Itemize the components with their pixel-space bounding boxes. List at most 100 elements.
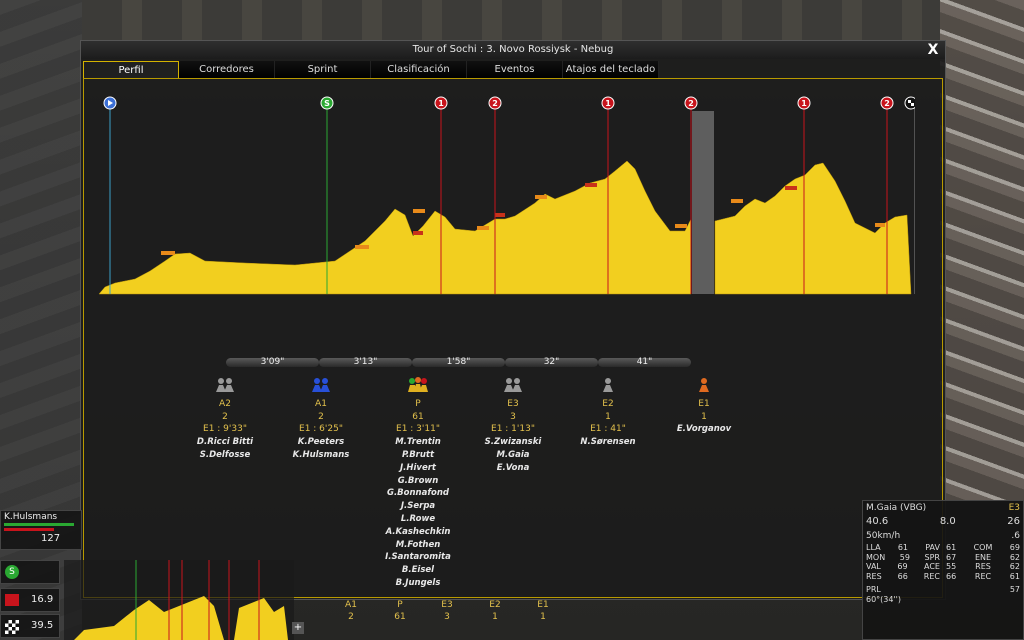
climb-value-box: 16.9 — [0, 588, 60, 612]
stat-label: ENE — [974, 552, 992, 562]
rider-name[interactable]: M.Trentin — [368, 436, 468, 449]
stat-label: SPR — [924, 552, 940, 562]
group-time: E1 : 1'13" — [491, 424, 535, 435]
stat-label: RES — [866, 571, 882, 581]
group-count: 2 — [318, 411, 324, 422]
stat-label: MON — [866, 552, 886, 562]
climb-marker-label: 2 — [688, 99, 694, 108]
effort-value: .6 — [1011, 531, 1020, 541]
tab-atajos[interactable]: Atajos del teclado — [563, 61, 659, 78]
group-code: A1 — [315, 398, 327, 409]
group-a2[interactable]: A2 2 E1 : 9'33" D.Ricci Bitti S.Delfosse — [175, 376, 275, 462]
climb-marker-label: 1 — [438, 99, 444, 108]
group-code: E1 — [698, 398, 710, 409]
window-title: Tour of Sochi : 3. Novo Rossiysk - Nebug — [81, 41, 945, 59]
stat-value: 62 — [1009, 552, 1020, 562]
stat-label: RES — [975, 562, 991, 571]
distance-box: 39.5 — [0, 614, 60, 638]
energy-bar — [4, 523, 74, 526]
mountain-icon — [5, 594, 19, 606]
group-count: 1 — [701, 411, 707, 422]
rider-name[interactable]: B.Jungels — [368, 577, 468, 590]
group-e1[interactable]: E1 1 E.Vorganov — [654, 376, 754, 436]
group-e2[interactable]: E2 1 E1 : 41" N.Sørensen — [558, 376, 658, 449]
tab-corredores[interactable]: Corredores — [179, 61, 275, 78]
close-button[interactable]: X — [925, 42, 941, 58]
stat-value: 55 — [946, 562, 957, 571]
rider-name[interactable]: K.Hulsmans — [271, 449, 371, 462]
background-spectators-right — [940, 0, 1024, 500]
rider-name[interactable]: J.Hivert — [368, 462, 468, 475]
rider-name[interactable]: M.Gaia — [463, 449, 563, 462]
terrain-shape — [98, 160, 912, 295]
distance-value: 39.5 — [31, 620, 54, 631]
rider-name[interactable]: M.Fothen — [368, 539, 468, 552]
rider-name[interactable]: G.Bonnafond — [368, 487, 468, 500]
prl-label: PRL — [866, 585, 881, 594]
group-count: 2 — [222, 411, 228, 422]
stat-label: COM — [973, 543, 993, 552]
stat-label: LLA — [866, 543, 881, 552]
climb-marker-label: 1 — [801, 99, 807, 108]
prl-value: 57 — [1009, 585, 1020, 594]
rider-name[interactable]: P.Brutt — [368, 449, 468, 462]
speed-unit: 50km/h — [866, 531, 901, 541]
mini-profile-chart[interactable] — [64, 560, 294, 640]
group-e3[interactable]: E3 3 E1 : 1'13" S.Zwizanski M.Gaia E.Von… — [463, 376, 563, 475]
gap-label: 32" — [505, 358, 598, 367]
rider-name[interactable]: G.Brown — [368, 475, 468, 488]
rider-name[interactable]: S.Delfosse — [175, 449, 275, 462]
riders-group-icon — [504, 378, 522, 392]
rider-name[interactable]: J.Serpa — [368, 500, 468, 513]
group-count: 3 — [510, 411, 516, 422]
stat-value: 69 — [1009, 543, 1020, 552]
stat-label: REC — [974, 571, 992, 581]
group-code: A2 — [219, 398, 231, 409]
stat-value: 61 — [897, 543, 908, 552]
gap-label: 3'09" — [226, 358, 319, 367]
finish-flag-icon — [5, 620, 19, 634]
stat-value: 62 — [1009, 562, 1020, 571]
gap-label: 1'58" — [412, 358, 505, 367]
group-a1[interactable]: A1 2 E1 : 6'25" K.Peeters K.Hulsmans — [271, 376, 371, 462]
climb-marker-label: 1 — [605, 99, 611, 108]
rider-name[interactable]: S.Zwizanski — [463, 436, 563, 449]
stat-value: 66 — [897, 571, 908, 581]
stat-value: 66 — [946, 571, 957, 581]
zoom-in-button[interactable]: + — [292, 622, 304, 634]
rider-icon — [699, 378, 709, 392]
rider-name: M.Gaia (VBG) — [866, 503, 927, 513]
mini-group-count: 1 — [540, 612, 546, 622]
rider-name[interactable]: N.Sørensen — [558, 436, 658, 449]
sprint-value: 26 — [1007, 516, 1020, 527]
gap-bar: 3'09" 3'13" 1'58" 32" 41" — [226, 358, 691, 368]
tab-sprint[interactable]: Sprint — [275, 61, 371, 78]
rider-name[interactable]: I.Santaromita — [368, 551, 468, 564]
mini-group-label: E2 — [489, 600, 501, 610]
group-time: E1 : 41" — [590, 424, 626, 435]
tab-eventos[interactable]: Eventos — [467, 61, 563, 78]
stat-label: VAL — [866, 562, 881, 571]
rider-name[interactable]: B.Eisel — [368, 564, 468, 577]
tab-clasificacion[interactable]: Clasificación — [371, 61, 467, 78]
group-peloton[interactable]: P 61 E1 : 3'11" M.Trentin P.Brutt J.Hive… — [368, 376, 468, 590]
power-value: 8.0 — [939, 516, 956, 527]
group-time: E1 : 9'33" — [203, 424, 247, 435]
group-count: 1 — [605, 411, 611, 422]
rider-name[interactable]: A.Kashechkin — [368, 526, 468, 539]
rider-hud[interactable]: K.Hulsmans 127 — [0, 510, 82, 550]
tab-perfil[interactable]: Perfil — [83, 61, 179, 78]
rider-name[interactable]: L.Rowe — [368, 513, 468, 526]
stat-label: REC — [923, 571, 940, 581]
riders-group-icon — [216, 378, 234, 392]
stat-value: 61 — [946, 543, 957, 552]
tab-bar: Perfil Corredores Sprint Clasificación E… — [83, 61, 659, 78]
group-time: E1 : 3'11" — [396, 424, 440, 435]
rider-name[interactable]: E.Vorganov — [654, 423, 754, 436]
mini-group-label: E1 — [537, 600, 549, 610]
rider-name[interactable]: E.Vona — [463, 462, 563, 475]
rider-info-panel: M.Gaia (VBG) E3 40.6 8.0 26 50km/h .6 LL… — [862, 500, 1024, 640]
rider-name[interactable]: D.Ricci Bitti — [175, 436, 275, 449]
finish-flag-icon[interactable] — [904, 96, 915, 110]
rider-name[interactable]: K.Peeters — [271, 436, 371, 449]
